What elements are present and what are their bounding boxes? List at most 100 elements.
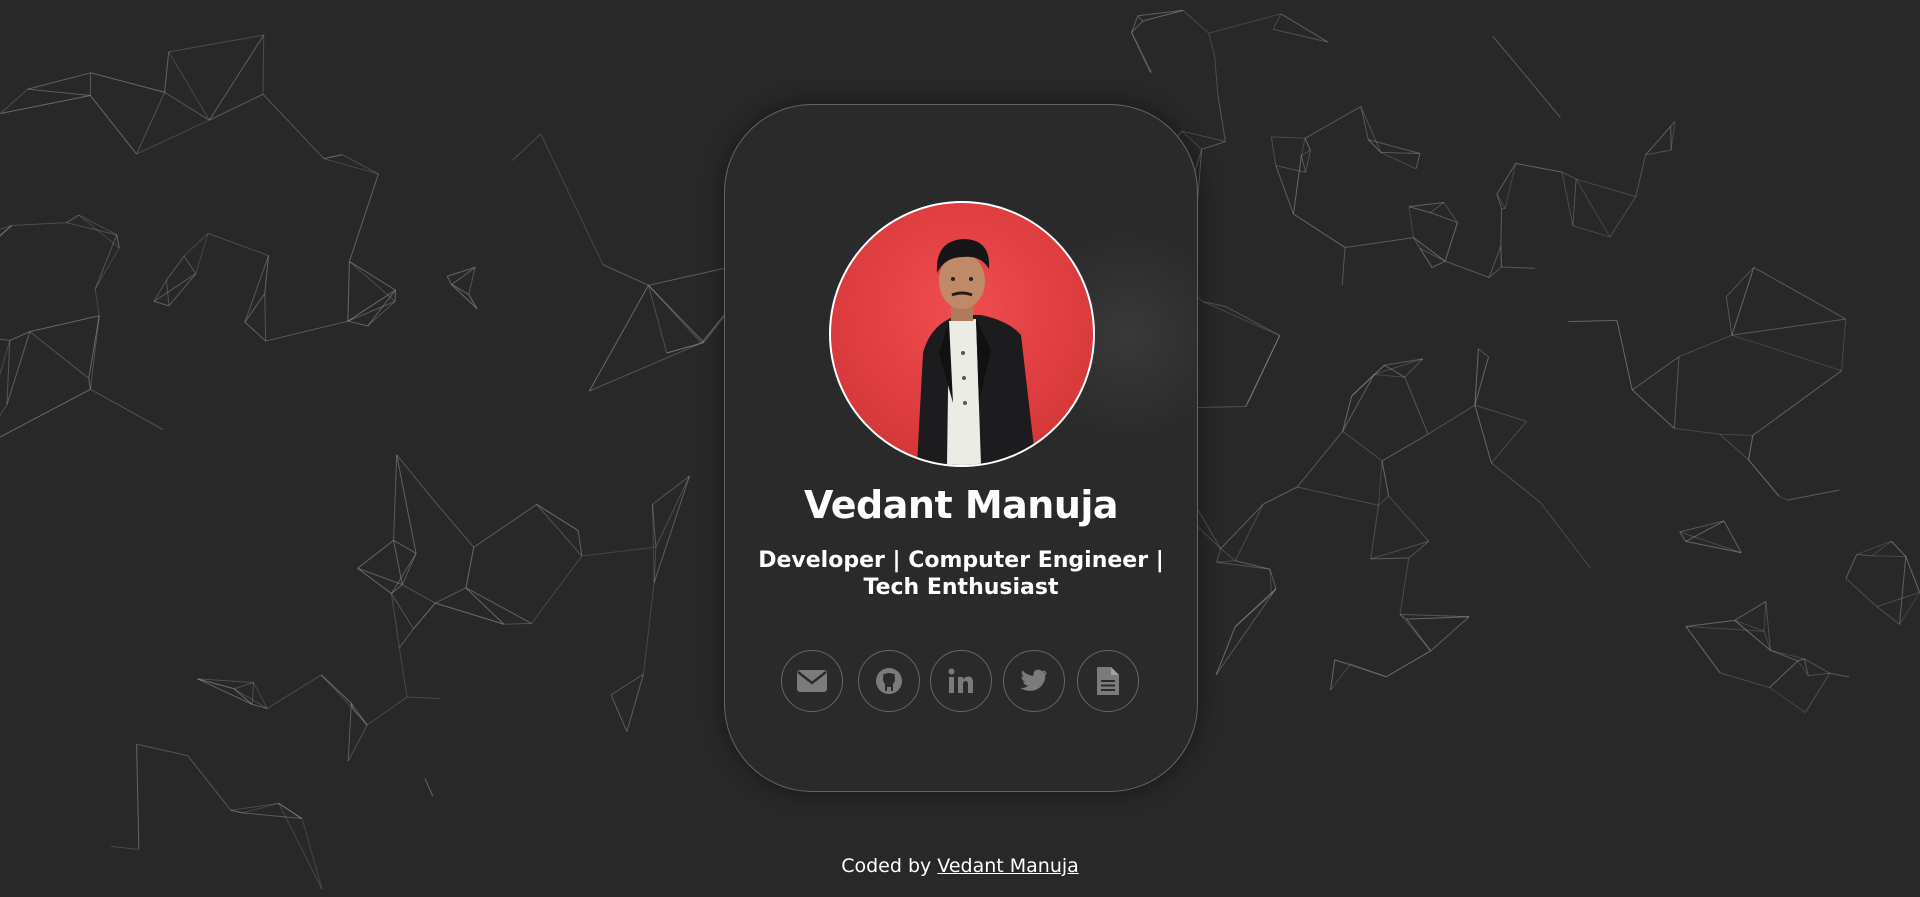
network-line <box>1478 348 1489 358</box>
network-line <box>1381 433 1429 462</box>
network-line <box>1731 334 1842 372</box>
network-line <box>1748 459 1780 497</box>
network-line <box>9 331 31 341</box>
network-line <box>166 255 185 281</box>
network-line <box>473 504 537 548</box>
network-line <box>589 342 702 392</box>
network-line <box>390 593 400 649</box>
network-line <box>27 88 91 96</box>
network-line <box>1905 556 1920 593</box>
network-line <box>29 315 100 333</box>
network-line <box>1208 13 1282 34</box>
network-line <box>396 454 417 554</box>
network-line <box>233 688 253 705</box>
network-line <box>136 744 140 850</box>
network-line <box>393 454 398 541</box>
footer-author-link[interactable]: Vedant Manuja <box>937 855 1079 877</box>
network-line <box>1271 136 1306 139</box>
network-line <box>1406 616 1470 620</box>
network-line <box>435 587 467 604</box>
network-line <box>1234 504 1264 561</box>
network-line <box>1474 405 1492 464</box>
network-line <box>1137 9 1184 17</box>
network-line <box>652 475 690 505</box>
network-line <box>1876 606 1900 625</box>
network-line <box>1360 106 1382 153</box>
network-line <box>348 173 379 262</box>
network-line <box>1142 9 1184 22</box>
network-line <box>0 225 13 236</box>
network-line <box>1804 658 1830 674</box>
network-line <box>367 289 396 327</box>
network-line <box>511 133 542 161</box>
network-line <box>531 555 583 624</box>
network-line <box>1201 141 1226 150</box>
network-line <box>1734 601 1767 621</box>
network-line <box>1871 555 1906 557</box>
resume-button[interactable] <box>1077 650 1139 712</box>
network-line <box>1293 213 1346 248</box>
network-line <box>1890 540 1907 557</box>
profile-tagline: Developer | Computer Engineer | Tech Ent… <box>745 547 1177 601</box>
network-line <box>66 214 80 224</box>
network-line <box>94 234 118 290</box>
network-line <box>1427 404 1476 435</box>
network-line <box>536 504 583 557</box>
network-line <box>1631 356 1680 391</box>
network-line <box>1725 267 1755 297</box>
network-line <box>642 582 655 675</box>
network-line <box>262 93 325 160</box>
network-line <box>1540 502 1591 569</box>
network-line <box>1399 613 1470 618</box>
network-line <box>136 119 210 155</box>
network-line <box>265 320 348 342</box>
github-button[interactable] <box>858 650 920 712</box>
network-line <box>1300 138 1306 156</box>
network-line <box>1216 560 1236 563</box>
network-line <box>1899 592 1920 625</box>
network-line <box>1685 619 1735 628</box>
network-line <box>435 502 475 548</box>
network-line <box>1296 430 1344 488</box>
network-line <box>1515 162 1563 173</box>
network-line <box>1408 206 1415 238</box>
network-line <box>0 404 8 417</box>
network-line <box>244 321 267 342</box>
email-button[interactable] <box>781 650 843 712</box>
network-line <box>1720 672 1770 688</box>
footer-prefix: Coded by <box>841 855 938 877</box>
network-line <box>581 546 656 557</box>
network-line <box>1561 172 1574 226</box>
network-line <box>153 273 197 302</box>
network-line <box>398 628 414 649</box>
network-line <box>349 261 396 291</box>
network-line <box>89 315 100 390</box>
network-line <box>1501 266 1536 269</box>
network-line <box>262 35 265 95</box>
network-line <box>1182 9 1210 34</box>
network-line <box>1797 658 1805 662</box>
network-line <box>1216 561 1270 570</box>
network-line <box>1399 557 1410 615</box>
network-line <box>347 724 368 762</box>
network-line <box>1561 171 1577 180</box>
network-line <box>78 214 118 236</box>
network-line <box>1491 462 1542 504</box>
network-line <box>1270 136 1277 166</box>
network-line <box>503 622 532 625</box>
network-line <box>1616 320 1633 391</box>
network-line <box>1753 266 1846 320</box>
network-line <box>1370 505 1380 559</box>
network-line <box>66 222 117 236</box>
network-line <box>1388 495 1430 542</box>
network-line <box>1770 649 1805 660</box>
network-line <box>1304 138 1311 151</box>
network-line <box>451 284 478 309</box>
twitter-button[interactable] <box>1003 650 1065 712</box>
envelope-icon <box>797 670 827 692</box>
network-line <box>1444 222 1458 262</box>
document-icon <box>1097 667 1119 695</box>
network-line <box>94 247 120 290</box>
linkedin-button[interactable] <box>930 650 992 712</box>
network-line <box>1342 374 1375 432</box>
